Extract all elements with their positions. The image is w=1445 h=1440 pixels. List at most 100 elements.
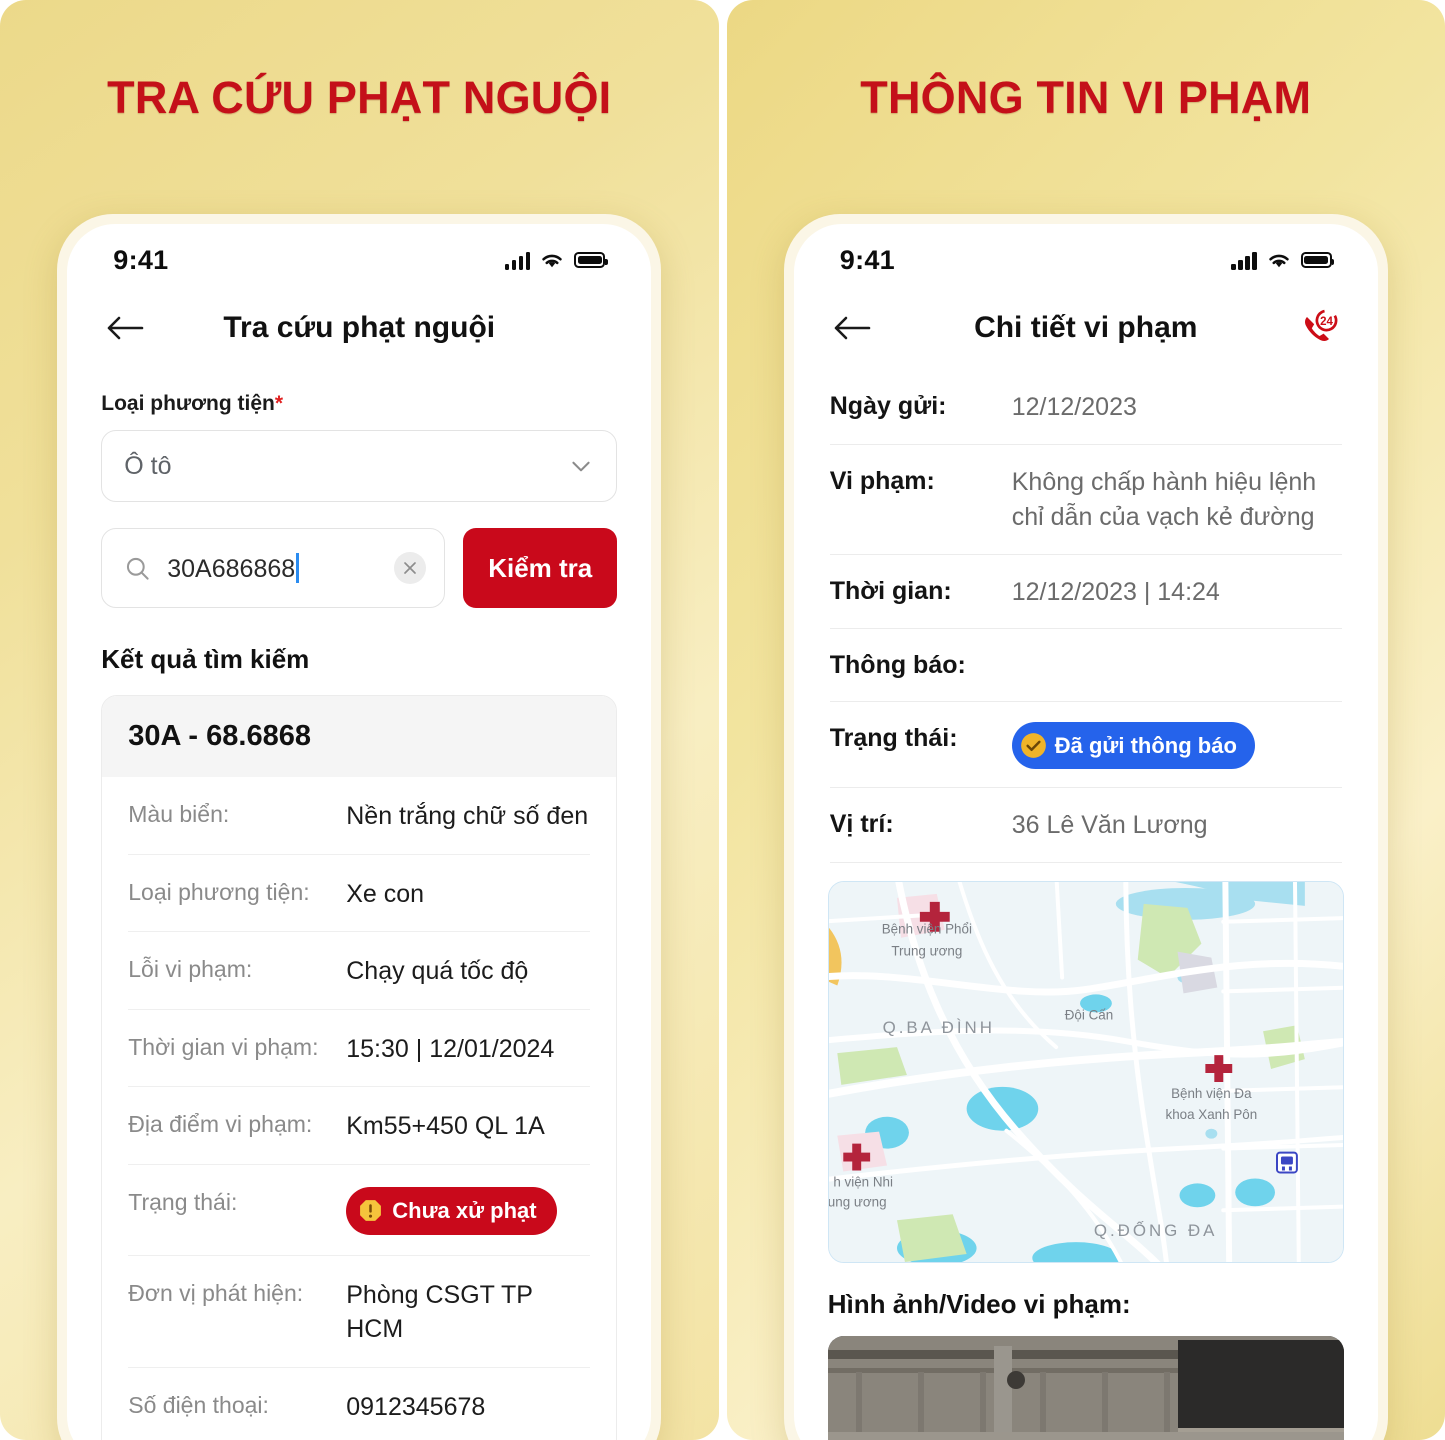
- map-label-5: khoa Xanh Pôn: [1165, 1107, 1257, 1122]
- status-badge-label: Đã gửi thông báo: [1054, 732, 1237, 758]
- detail-row: Trạng thái: Đã gửi thông báo: [829, 702, 1342, 789]
- right-nav-bar: Chi tiết vi phạm 24: [794, 286, 1378, 370]
- left-promo-panel: TRA CỨU PHẠT NGUỘI 9:41 Tra cứu phạt ngu…: [0, 0, 719, 1440]
- right-screen-body: Ngày gửi: 12/12/2023 Vi phạm: Không chấp hà…: [794, 370, 1378, 1440]
- battery-icon: [1300, 252, 1335, 268]
- arrow-left-icon: [107, 316, 144, 340]
- support-hotline-button[interactable]: 24: [1296, 305, 1342, 351]
- violation-photo-canvas: TAXI: [827, 1335, 1344, 1440]
- vehicle-type-value: Ô tô: [124, 451, 172, 480]
- result-row: Màu biển: Nền trắng chữ số đen: [128, 777, 591, 855]
- map-canvas: Bệnh viện Phổi Trung ương Q.BA ĐÌNH Đội …: [828, 881, 1343, 1262]
- arrow-left-icon: [834, 316, 871, 340]
- map-label-0: Bệnh viện Phổi: [881, 922, 971, 937]
- right-panel-title: THÔNG TIN VI PHẠM: [860, 72, 1312, 123]
- right-phone-screen: 9:41 Chi tiết vi phạm 24 Ngày gửi: 12/12…: [793, 224, 1378, 1440]
- result-row-value: 15:30 | 12/01/2024: [346, 1034, 555, 1063]
- detail-row-value: 12/12/2023: [1011, 393, 1137, 421]
- detail-row: Thời gian: 12/12/2023 | 14:24: [829, 555, 1342, 629]
- svg-text:24: 24: [1320, 316, 1333, 328]
- back-button[interactable]: [103, 306, 147, 350]
- chevron-down-icon: [572, 461, 590, 472]
- phone-24h-icon: 24: [1304, 309, 1338, 341]
- detail-row-value: 36 Lê Văn Lương: [1011, 811, 1208, 840]
- left-panel-title: TRA CỨU PHẠT NGUỘI: [107, 72, 612, 123]
- media-section-label: Hình ảnh/Video vi phạm:: [827, 1288, 1131, 1319]
- status-badge: Chưa xử phạt: [346, 1186, 557, 1235]
- right-phone-mockup: 9:41 Chi tiết vi phạm 24 Ngày gửi: 12/12…: [783, 214, 1388, 1440]
- text-caret: [296, 552, 300, 583]
- vehicle-type-label-text: Loại phương tiện: [101, 392, 275, 415]
- result-row-label: Lỗi vi phạm:: [128, 956, 253, 982]
- warning-icon: [360, 1200, 382, 1222]
- map-label-8: Q.ĐỐNG ĐA: [1094, 1220, 1218, 1240]
- submit-search-button[interactable]: Kiểm tra: [463, 528, 618, 608]
- results-section-title: Kết quả tìm kiếm: [101, 644, 310, 674]
- result-row-label: Địa điểm vi phạm:: [128, 1111, 313, 1137]
- result-detail-rows: Màu biển: Nền trắng chữ số đen Loại phương…: [102, 777, 616, 1440]
- back-button[interactable]: [830, 306, 874, 350]
- check-circle-icon: [1020, 732, 1046, 758]
- detail-row: Vị trí: 36 Lê Văn Lương: [829, 788, 1342, 863]
- left-nav-bar: Tra cứu phạt nguội: [67, 286, 651, 370]
- detail-row-label: Vị trí:: [829, 810, 894, 839]
- detail-row-value: Không chấp hành hiệu lệnh chỉ dẫn của vạ…: [1011, 467, 1317, 532]
- result-row: Lỗi vi phạm: Chạy quá tốc độ: [128, 932, 591, 1010]
- result-row: Trạng thái: Chưa xử phạt: [128, 1165, 591, 1256]
- result-row-label: Màu biển:: [128, 801, 230, 827]
- map-label-7: ung ương: [829, 1194, 887, 1209]
- plate-search-field[interactable]: 30A686868: [101, 528, 446, 608]
- map-label-4: Bệnh viện Đa: [1171, 1086, 1252, 1101]
- status-bar: 9:41: [67, 224, 651, 286]
- left-screen-body: Loại phương tiện* Ô tô 30A686868 Kiểm tr…: [67, 392, 651, 1440]
- left-phone-mockup: 9:41 Tra cứu phạt nguội Loại phương tiện…: [57, 214, 662, 1440]
- right-promo-panel: THÔNG TIN VI PHẠM 9:41 Chi tiết vi phạm …: [726, 0, 1445, 1440]
- vehicle-type-select[interactable]: Ô tô: [101, 430, 618, 502]
- clear-search-button[interactable]: [394, 552, 427, 584]
- result-row-value: Xe con: [346, 879, 425, 908]
- status-bar-icons: [504, 251, 608, 270]
- status-badge-label: Chưa xử phạt: [392, 1197, 537, 1223]
- map-label-1: Trung ương: [891, 943, 962, 958]
- detail-row-label: Vi phạm:: [829, 466, 935, 495]
- search-icon: [127, 557, 149, 580]
- result-row-value: Chưa xử phạt: [346, 1186, 590, 1235]
- plate-search-row: 30A686868 Kiểm tra: [101, 528, 618, 608]
- result-row-value: Nền trắng chữ số đen: [346, 802, 589, 830]
- wifi-icon: [1269, 254, 1289, 267]
- detail-row-value: 12/12/2023 | 14:24: [1011, 577, 1220, 606]
- result-row: Số điện thoại: 0912345678: [128, 1368, 590, 1440]
- result-row-value: 0912345678: [346, 1392, 486, 1421]
- violation-detail-rows: Ngày gửi: 12/12/2023 Vi phạm: Không chấp hà…: [828, 370, 1344, 863]
- screenshot-stage: TRA CỨU PHẠT NGUỘI 9:41 Tra cứu phạt ngu…: [0, 0, 1445, 1440]
- result-row: Đơn vị phát hiện: Phòng CSGT TP HCM: [128, 1256, 591, 1368]
- wifi-icon: [542, 254, 562, 267]
- map-label-2: Q.BA ĐÌNH: [882, 1018, 994, 1037]
- required-mark: *: [274, 392, 284, 415]
- violation-photo[interactable]: TAXI: [827, 1335, 1344, 1440]
- result-row-label: Đơn vị phát hiện:: [128, 1279, 304, 1306]
- detail-row-value: Đã gửi thông báo: [1011, 721, 1342, 770]
- detail-row-label: Ngày gửi:: [829, 392, 947, 420]
- vehicle-type-label: Loại phương tiện*: [101, 392, 617, 416]
- detail-row: Thông báo:: [829, 629, 1342, 702]
- train-station-icon: [1275, 1151, 1298, 1174]
- battery-icon: [574, 252, 608, 268]
- result-row: Loại phương tiện: Xe con: [128, 855, 591, 932]
- result-row-value: Chạy quá tốc độ: [346, 957, 529, 985]
- search-input[interactable]: 30A686868: [167, 555, 295, 583]
- cellular-signal-icon: [1231, 251, 1257, 270]
- plate-search-input-wrapper[interactable]: 30A686868: [167, 552, 394, 584]
- detail-row-label: Thời gian:: [829, 576, 952, 605]
- violation-location-map[interactable]: Bệnh viện Phổi Trung ương Q.BA ĐÌNH Đội …: [827, 880, 1344, 1263]
- right-page-title: Chi tiết vi phạm: [974, 311, 1198, 344]
- result-row-value: Km55+450 QL 1A: [346, 1112, 545, 1140]
- left-phone-screen: 9:41 Tra cứu phạt nguội Loại phương tiện…: [67, 224, 652, 1440]
- left-page-title: Tra cứu phạt nguội: [223, 311, 496, 344]
- map-label-3: Đội Cấn: [1065, 1007, 1113, 1022]
- status-bar-icons-right: [1231, 251, 1335, 270]
- detail-row: Vi phạm: Không chấp hành hiệu lệnh chỉ dẫ…: [829, 445, 1342, 555]
- detail-row: Ngày gửi: 12/12/2023: [829, 370, 1342, 445]
- detail-row-label: Trạng thái:: [829, 723, 958, 752]
- status-bar-time: 9:41: [113, 244, 169, 275]
